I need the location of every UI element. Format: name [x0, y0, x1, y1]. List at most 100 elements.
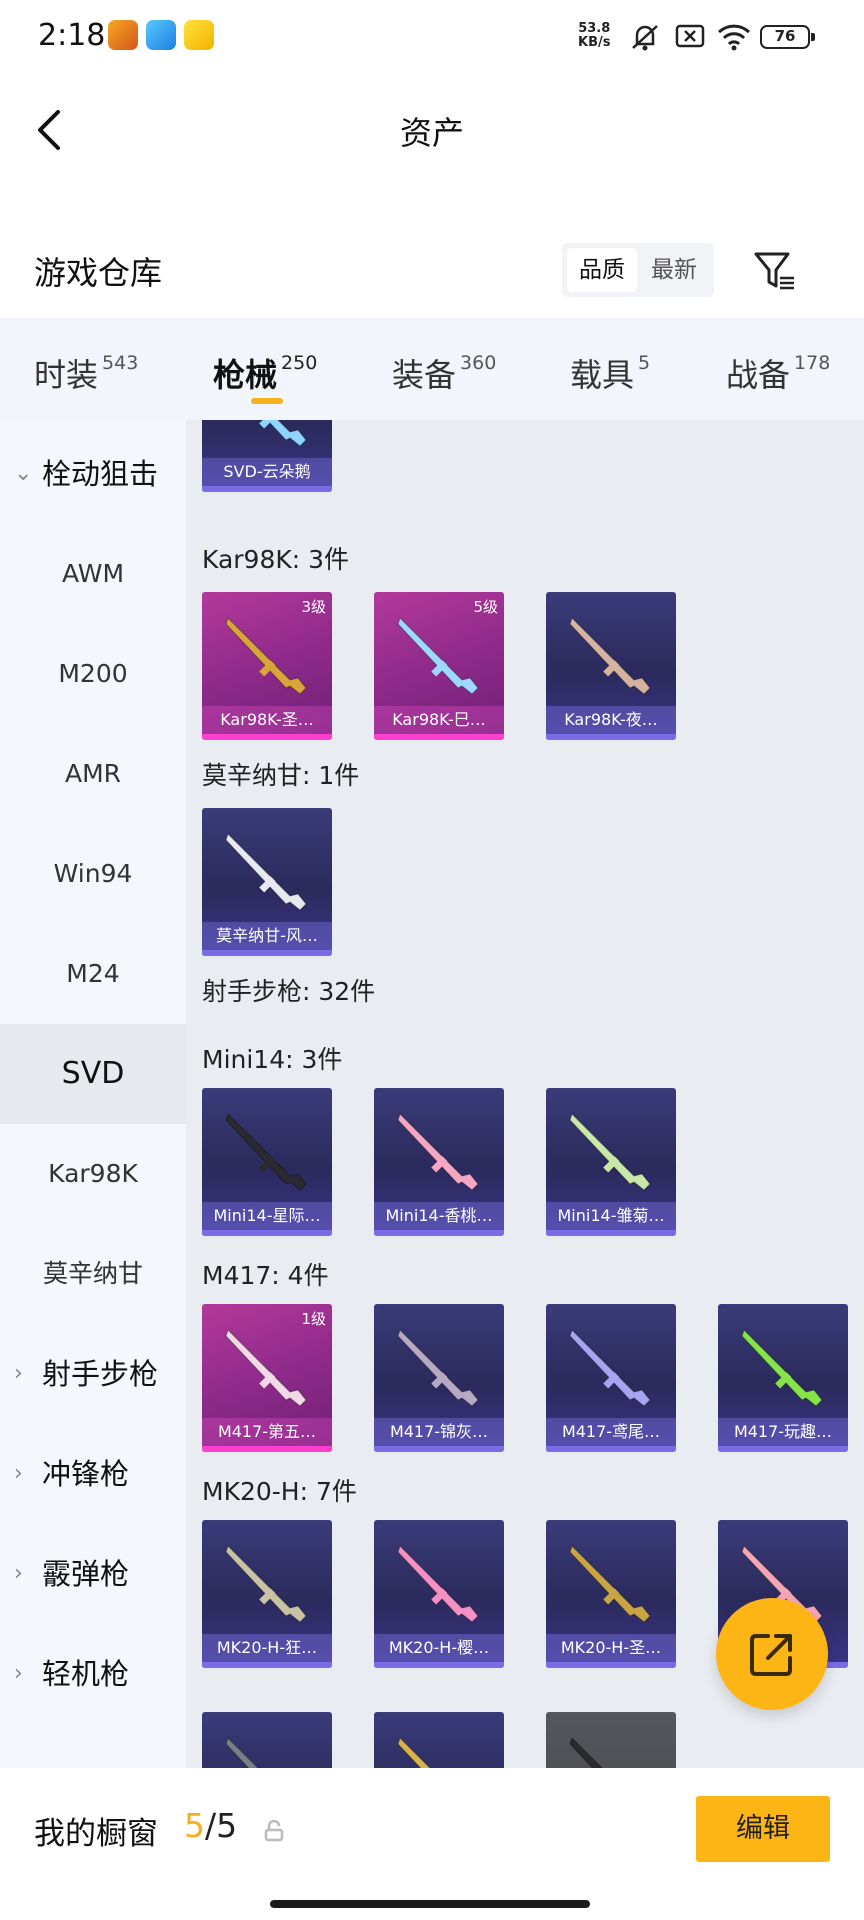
rarity-bar: [202, 950, 332, 956]
weapon-skin-image: [569, 617, 651, 695]
weapon-type-sidebar: ⌄ 栓动狙击 AWM M200 AMR Win94 M24 SVD Kar98K …: [0, 420, 186, 1768]
weapon-card[interactable]: MK20-H-圣…: [546, 1520, 676, 1668]
weapon-card[interactable]: M417-锦灰…: [374, 1304, 504, 1452]
lock-icon: [264, 1820, 284, 1842]
weapon-name: SVD-云朵鹅: [202, 458, 332, 486]
app-notification-icon: [184, 20, 214, 50]
section-label-mosin-nagant: 莫辛纳甘: 1件: [202, 761, 360, 790]
active-tab-indicator: [251, 398, 283, 404]
tab-firearms[interactable]: 枪械 250: [213, 350, 317, 396]
chevron-right-icon: ›: [14, 1461, 23, 1486]
weapon-card[interactable]: MK20-H-樱…: [374, 1520, 504, 1668]
weapon-name: MK20-H-狂…: [202, 1634, 332, 1662]
sidebar-item-amr[interactable]: AMR: [0, 724, 186, 824]
weapon-skin-image: [225, 1545, 307, 1623]
sidebar-item-m200[interactable]: M200: [0, 624, 186, 724]
rarity-bar: [546, 734, 676, 740]
tab-supplies[interactable]: 战备 178: [726, 350, 830, 396]
weapon-skin-image: [397, 1113, 479, 1191]
weapon-card[interactable]: M417-鸢尾…: [546, 1304, 676, 1452]
weapon-skin-image: [225, 1113, 307, 1191]
sort-by-quality-button[interactable]: 品质: [567, 248, 637, 292]
weapon-name: Mini14-香桃…: [374, 1202, 504, 1230]
sidebar-item-svd[interactable]: SVD: [0, 1024, 186, 1124]
weapon-name: MK20-H-樱…: [374, 1634, 504, 1662]
weapon-card[interactable]: [374, 1712, 504, 1768]
warehouse-title: 游戏仓库: [34, 254, 163, 292]
rarity-bar: [374, 1662, 504, 1668]
tab-equipment[interactable]: 装备 360: [392, 350, 496, 396]
weapon-skin-image: [569, 1113, 651, 1191]
level-badge: 5级: [473, 598, 498, 616]
share-button[interactable]: [716, 1598, 828, 1710]
weapon-card[interactable]: M417-玩趣…: [718, 1304, 848, 1452]
weapon-card[interactable]: [202, 1712, 332, 1768]
sort-by-newest-button[interactable]: 最新: [639, 248, 709, 292]
level-badge: 3级: [301, 598, 326, 616]
category-tabs: 时装 543 枪械 250 装备 360 载具 5 战备 178: [0, 318, 864, 420]
sidebar-item-m24[interactable]: M24: [0, 924, 186, 1024]
sidebar-item-mosin-nagant[interactable]: 莫辛纳甘: [0, 1224, 186, 1324]
weapon-card[interactable]: 莫辛纳甘-风…: [202, 808, 332, 956]
weapon-name: 莫辛纳甘-风…: [202, 922, 332, 950]
weapon-card[interactable]: [546, 1712, 676, 1768]
weapon-card[interactable]: Mini14-香桃…: [374, 1088, 504, 1236]
sidebar-group-shotgun[interactable]: › 霰弹枪: [0, 1524, 186, 1624]
weapon-skin-image: [397, 1737, 431, 1768]
weapon-name: MK20-H-圣…: [546, 1634, 676, 1662]
section-label-kar98k: Kar98K: 3件: [202, 545, 350, 574]
showcase-label: 我的橱窗: [34, 1816, 158, 1852]
sidebar-item-win94[interactable]: Win94: [0, 824, 186, 924]
weapon-card[interactable]: 5级 Kar98K-巳…: [374, 592, 504, 740]
weapon-skin-image: [397, 617, 479, 695]
app-notification-icon: [108, 20, 138, 50]
weapon-card[interactable]: 1级 M417-第五…: [202, 1304, 332, 1452]
level-badge: 1级: [301, 1310, 326, 1328]
weapon-skin-image: [225, 833, 307, 911]
sim-off-icon: [675, 24, 705, 48]
rarity-bar: [546, 1662, 676, 1668]
share-icon: [750, 1634, 792, 1676]
rarity-bar: [374, 1446, 504, 1452]
weapon-card[interactable]: Kar98K-夜…: [546, 592, 676, 740]
section-label-mk20h: MK20-H: 7件: [202, 1477, 357, 1506]
weapon-card[interactable]: Mini14-星际…: [202, 1088, 332, 1236]
sidebar-group-lmg[interactable]: › 轻机枪: [0, 1624, 186, 1724]
app-notification-icon: [146, 20, 176, 50]
tab-vehicles[interactable]: 载具 5: [570, 350, 650, 396]
weapon-name: Kar98K-圣…: [202, 706, 332, 734]
chevron-right-icon: ›: [14, 1661, 23, 1686]
section-label-m417: M417: 4件: [202, 1261, 329, 1290]
sidebar-item-awm[interactable]: AWM: [0, 524, 186, 624]
weapon-skin-image: [225, 617, 307, 695]
rarity-bar: [546, 1446, 676, 1452]
status-time: 2:18: [38, 18, 106, 53]
tab-fashion[interactable]: 时装 543: [34, 350, 138, 396]
sidebar-item-kar98k[interactable]: Kar98K: [0, 1124, 186, 1224]
section-label-marksman-rifle: 射手步枪: 32件: [202, 977, 376, 1006]
weapon-skin-image: [741, 1329, 823, 1407]
weapon-grid: Kar98K: 3件 莫辛纳甘: 1件 射手步枪: 32件 Mini14: 3件…: [186, 420, 864, 1768]
sidebar-group-marksman-rifle[interactable]: › 射手步枪: [0, 1324, 186, 1424]
sort-toggle: 品质 最新: [562, 243, 714, 297]
page-title: 资产: [399, 114, 464, 152]
weapon-name: Mini14-星际…: [202, 1202, 332, 1230]
home-indicator[interactable]: [270, 1900, 590, 1908]
edit-button[interactable]: 编辑: [696, 1796, 830, 1862]
weapon-card[interactable]: SVD-云朵鹅: [202, 420, 332, 492]
status-bar: 2:18 53.8 KB/s 76: [0, 0, 864, 80]
network-speed: 53.8 KB/s: [578, 21, 611, 50]
rarity-bar: [374, 734, 504, 740]
sidebar-group-smg[interactable]: › 冲锋枪: [0, 1424, 186, 1524]
showcase-count: 5/5: [184, 1806, 238, 1845]
rarity-bar: [718, 1446, 848, 1452]
section-label-mini14: Mini14: 3件: [202, 1045, 343, 1074]
rarity-bar: [202, 734, 332, 740]
filter-icon[interactable]: [752, 248, 798, 294]
weapon-card[interactable]: MK20-H-狂…: [202, 1520, 332, 1668]
weapon-skin-image: [225, 1329, 307, 1407]
weapon-card[interactable]: 3级 Kar98K-圣…: [202, 592, 332, 740]
chevron-right-icon: ›: [14, 1561, 23, 1586]
weapon-card[interactable]: Mini14-雏菊…: [546, 1088, 676, 1236]
sidebar-group-bolt-action-sniper[interactable]: ⌄ 栓动狙击: [0, 424, 186, 524]
